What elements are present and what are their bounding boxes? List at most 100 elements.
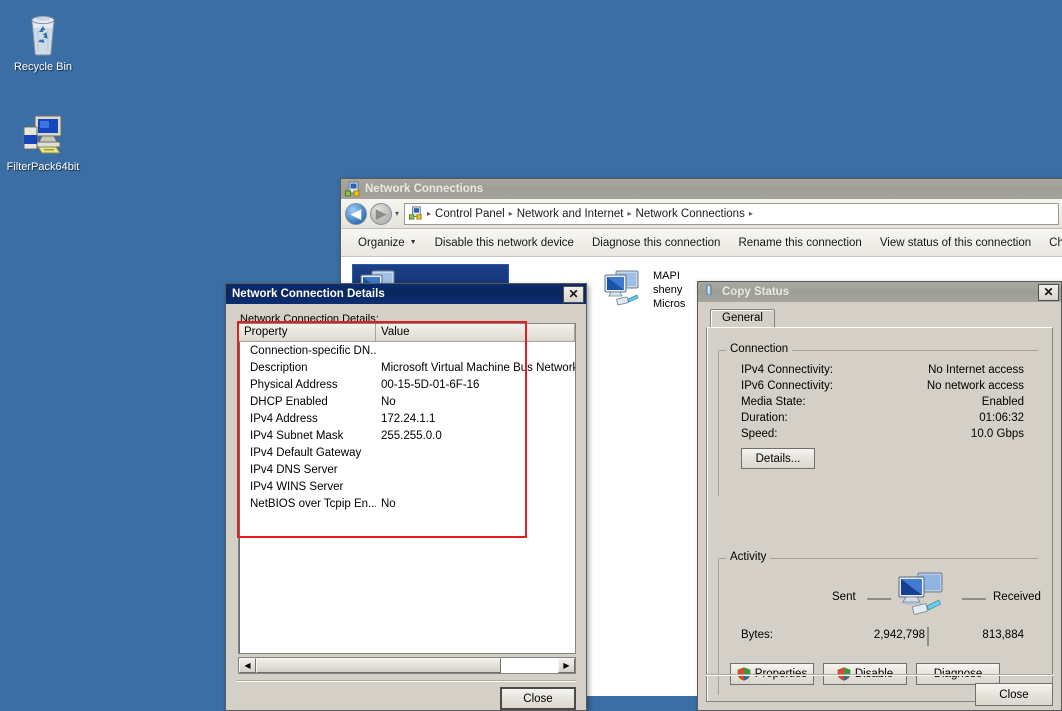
close-button[interactable]: Close <box>500 687 576 710</box>
column-header-value[interactable]: Value <box>376 324 575 341</box>
network-connections-icon <box>345 181 361 197</box>
tab-strip: General <box>706 308 1053 327</box>
row-property: IPv4 DNS Server <box>250 463 338 476</box>
row-duration: Duration: 01:06:32 <box>719 410 1038 426</box>
breadcrumb-separator[interactable]: ▸ <box>628 209 632 218</box>
ipv6-connectivity-label: IPv6 Connectivity: <box>741 380 834 392</box>
breadcrumb-network-connections[interactable]: Network Connections <box>636 208 745 220</box>
details-listbox[interactable]: Property Value Connection-specific DN...… <box>238 323 576 654</box>
window-title: Copy Status <box>722 286 790 298</box>
row-speed: Speed: 10.0 Gbps <box>719 426 1038 442</box>
toolbar-view-status-button[interactable]: View status of this connection <box>871 234 1040 252</box>
desktop-icon-label: FilterPack64bit <box>6 161 80 173</box>
breadcrumb-separator[interactable]: ▸ <box>427 209 431 218</box>
tab-general[interactable]: General <box>710 309 775 327</box>
scrollbar-thumb[interactable] <box>256 658 501 673</box>
desktop-icon-filterpack64bit[interactable]: FilterPack64bit <box>0 108 86 174</box>
setup-installer-icon <box>0 108 86 158</box>
speed-value: 10.0 Gbps <box>970 428 1024 440</box>
row-value: Microsoft Virtual Machine Bus Network Ad <box>381 361 575 374</box>
media-state-value: Enabled <box>981 396 1024 408</box>
bytes-label: Bytes: <box>741 629 773 641</box>
table-row[interactable]: Physical Address 00-15-5D-01-6F-16 <box>239 376 575 393</box>
received-line <box>962 598 986 600</box>
table-row[interactable]: IPv4 Address 172.24.1.1 <box>239 410 575 427</box>
table-row[interactable]: NetBIOS over Tcpip En... No <box>239 495 575 512</box>
scrollbar-track[interactable] <box>256 658 558 673</box>
row-value: No <box>381 497 396 510</box>
row-value: 255.255.0.0 <box>381 429 442 442</box>
network-connections-titlebar[interactable]: Network Connections <box>341 179 1062 199</box>
connection-name-line-3: Micros <box>653 298 686 310</box>
connection-name-line-2: sheny <box>653 284 683 296</box>
breadcrumb-network-and-internet[interactable]: Network and Internet <box>517 208 624 220</box>
connection-name-line-1: MAPI <box>653 270 680 282</box>
activity-section-legend: Activity <box>726 551 771 563</box>
row-property: Connection-specific DN... <box>250 344 376 357</box>
row-property: Description <box>250 361 308 374</box>
recent-pages-caret-icon[interactable]: ▾ <box>395 209 399 218</box>
row-property: IPv4 WINS Server <box>250 480 344 493</box>
connection-section-legend: Connection <box>726 343 793 355</box>
toolbar-disable-device-button[interactable]: Disable this network device <box>426 234 583 252</box>
back-button[interactable]: ◀ <box>345 202 367 225</box>
table-row[interactable]: IPv4 Subnet Mask 255.255.0.0 <box>239 427 575 444</box>
address-bar[interactable]: ▸ Control Panel ▸ Network and Internet ▸… <box>404 202 1059 225</box>
command-toolbar: Organize ▼ Disable this network device D… <box>341 229 1062 257</box>
duration-value: 01:06:32 <box>979 412 1024 424</box>
horizontal-scrollbar[interactable]: ◀ ▶ <box>238 657 576 674</box>
network-connection-details-body: Network Connection Details: Property Val… <box>226 304 586 710</box>
toolbar-organize-button[interactable]: Organize ▼ <box>349 234 426 252</box>
close-button[interactable]: Close <box>975 683 1053 706</box>
row-value: 00-15-5D-01-6F-16 <box>381 378 480 391</box>
row-ipv6-connectivity: IPv6 Connectivity: No network access <box>719 378 1038 394</box>
forward-button[interactable]: ▶ <box>370 202 392 225</box>
row-property: Physical Address <box>250 378 338 391</box>
column-header-property[interactable]: Property <box>239 324 376 341</box>
chevron-down-icon: ▼ <box>409 239 417 246</box>
duration-label: Duration: <box>741 412 788 424</box>
network-connection-details-dialog[interactable]: Network Connection Details ✕ Network Con… <box>225 283 587 711</box>
footer-divider <box>706 674 1053 676</box>
table-row[interactable]: Description Microsoft Virtual Machine Bu… <box>239 359 575 376</box>
table-row[interactable]: IPv4 DNS Server <box>239 461 575 478</box>
navigation-bar: ◀ ▶ ▾ ▸ Control Panel ▸ Network and Inte… <box>341 199 1062 229</box>
copy-status-dialog[interactable]: Copy Status ✕ General Connection IPv4 Co… <box>697 281 1062 711</box>
close-icon[interactable]: ✕ <box>1038 283 1059 301</box>
table-row[interactable]: IPv4 WINS Server <box>239 478 575 495</box>
table-row[interactable]: IPv4 Default Gateway <box>239 444 575 461</box>
bytes-divider <box>927 627 929 646</box>
scroll-left-icon[interactable]: ◀ <box>239 658 256 673</box>
window-title: Network Connection Details <box>232 288 385 300</box>
copy-status-titlebar[interactable]: Copy Status ✕ <box>698 282 1061 302</box>
close-icon[interactable]: ✕ <box>563 285 584 303</box>
scroll-right-icon[interactable]: ▶ <box>558 658 575 673</box>
toolbar-change-settings-button[interactable]: Change setti <box>1040 234 1062 252</box>
speed-label: Speed: <box>741 428 778 440</box>
footer-divider <box>236 680 576 682</box>
bytes-sent-value: 2,942,798 <box>873 629 925 641</box>
breadcrumb-separator[interactable]: ▸ <box>749 209 753 218</box>
breadcrumb-control-panel[interactable]: Control Panel <box>435 208 505 220</box>
breadcrumb-separator[interactable]: ▸ <box>509 209 513 218</box>
status-icon <box>702 284 718 300</box>
toolbar-diagnose-connection-button[interactable]: Diagnose this connection <box>583 234 730 252</box>
copy-status-body: General Connection IPv4 Connectivity: No… <box>698 302 1061 710</box>
bytes-received-value: 813,884 <box>982 629 1024 641</box>
table-row[interactable]: DHCP Enabled No <box>239 393 575 410</box>
row-property: DHCP Enabled <box>250 395 328 408</box>
computers-network-icon <box>896 571 950 624</box>
media-state-label: Media State: <box>741 396 806 408</box>
recycle-bin-icon <box>0 8 86 58</box>
row-media-state: Media State: Enabled <box>719 394 1038 410</box>
row-value: 172.24.1.1 <box>381 412 436 425</box>
desktop-icon-recycle-bin[interactable]: Recycle Bin <box>0 8 86 74</box>
table-row[interactable]: Connection-specific DN... <box>239 342 575 359</box>
details-button[interactable]: Details... <box>741 448 815 469</box>
window-title: Network Connections <box>365 183 484 195</box>
ipv6-connectivity-value: No network access <box>926 380 1024 392</box>
desktop-icon-label: Recycle Bin <box>13 61 73 73</box>
toolbar-rename-connection-button[interactable]: Rename this connection <box>729 234 870 252</box>
network-adapter-icon <box>603 269 645 312</box>
network-connection-details-titlebar[interactable]: Network Connection Details ✕ <box>226 284 586 304</box>
